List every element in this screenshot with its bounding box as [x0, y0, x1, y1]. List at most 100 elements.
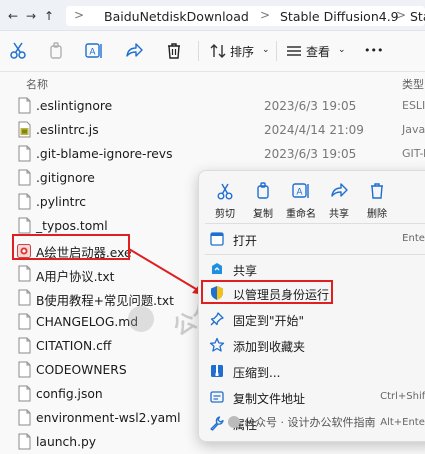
- file-icon: [18, 385, 31, 402]
- chevron-down-icon[interactable]: ⌄: [262, 45, 270, 55]
- file-name: config.json: [36, 387, 103, 401]
- trash-icon[interactable]: [164, 41, 184, 61]
- breadcrumb-baidunetdisk[interactable]: BaiduNetdiskDownload: [104, 9, 249, 24]
- breadcrumb-separator: >: [260, 8, 271, 22]
- menu-item-zip[interactable]: 压缩到...: [199, 359, 425, 383]
- back-icon[interactable]: ←: [4, 7, 22, 25]
- rename-icon[interactable]: A: [84, 41, 104, 61]
- menu-item-path[interactable]: 复制文件地址 Ctrl+Shift: [199, 385, 425, 409]
- chevron-down-icon[interactable]: ⌄: [338, 45, 346, 55]
- file-name: _typos.toml: [36, 219, 108, 233]
- zip-icon: [209, 363, 225, 379]
- file-row[interactable]: .eslintignore 2023/6/3 19:05 ESLIN: [0, 94, 425, 118]
- file-icon: [18, 97, 31, 114]
- sort-button[interactable]: 排序: [230, 43, 254, 60]
- quick-action-share[interactable]: 共享: [319, 181, 359, 220]
- up-icon[interactable]: ↑: [40, 7, 58, 25]
- watermark-caption-text: 公众号 · 设计办公软件指南: [244, 416, 376, 429]
- quick-action-label: 剪切: [215, 209, 235, 220]
- view-button[interactable]: 查看: [306, 43, 330, 60]
- quick-action-label: 删除: [367, 209, 387, 220]
- file-row[interactable]: .git-blame-ignore-revs 2023/6/3 19:05 GIT-…: [0, 142, 425, 166]
- copy-icon[interactable]: [46, 41, 66, 61]
- more-options-button[interactable]: •••: [364, 44, 383, 57]
- file-type: GIT-B: [402, 147, 425, 160]
- quick-action-scissors[interactable]: 剪切: [205, 181, 245, 220]
- svg-text:A: A: [296, 188, 303, 198]
- quick-action-copy[interactable]: 复制: [243, 181, 283, 220]
- file-icon: [18, 313, 31, 330]
- copy-icon: [253, 181, 273, 201]
- watermark-caption: 公众号 · 设计办公软件指南: [228, 414, 376, 430]
- toolbar-divider: [276, 41, 277, 61]
- file-icon: [18, 337, 31, 354]
- svg-text:A: A: [89, 48, 96, 58]
- sort-icon[interactable]: [208, 41, 228, 61]
- share-icon[interactable]: [124, 41, 144, 61]
- breadcrumb-truncated[interactable]: Sta: [410, 9, 425, 24]
- menu-item-label: 固定到"开始": [233, 314, 305, 328]
- file-name: A用户协议.txt: [36, 270, 115, 284]
- highlight-box-run-as-admin: [201, 280, 333, 304]
- file-icon: [18, 409, 31, 426]
- view-icon[interactable]: [284, 41, 304, 61]
- quick-action-label: 复制: [253, 209, 273, 220]
- file-name: CITATION.cff: [36, 339, 112, 353]
- js-file-icon: [18, 121, 31, 138]
- pin-icon: [209, 311, 225, 327]
- file-type: JavaS: [402, 123, 425, 136]
- path-icon: [209, 389, 225, 405]
- menu-item-label: 压缩到...: [233, 366, 281, 380]
- context-menu: 剪切复制A重命名共享删除 打开Enter共享以管理员身份运行固定到"开始"添加到…: [198, 170, 425, 442]
- menu-item-pin[interactable]: 固定到"开始": [199, 307, 425, 331]
- file-icon: [18, 361, 31, 378]
- menu-item-share-app[interactable]: 共享: [199, 257, 425, 281]
- trash-icon: [367, 181, 387, 201]
- menu-item-shortcut: Ctrl+Shift: [380, 391, 425, 402]
- quick-action-label: 重命名: [286, 209, 316, 220]
- breadcrumb-stable-diffusion[interactable]: Stable Diffusion4.9: [280, 9, 399, 24]
- quick-action-rename[interactable]: A 重命名: [281, 181, 321, 220]
- column-header-type[interactable]: 类型: [402, 76, 424, 92]
- file-icon: [18, 217, 31, 234]
- properties-icon: [209, 415, 225, 431]
- menu-divider: [205, 254, 425, 255]
- forward-icon[interactable]: →: [22, 7, 40, 25]
- quick-action-trash[interactable]: 删除: [357, 181, 397, 220]
- file-name: CHANGELOG.md: [36, 315, 139, 329]
- menu-item-shortcut: Alt+Enter: [380, 417, 425, 428]
- file-icon: [18, 145, 31, 162]
- file-name: .pylintrc: [36, 195, 86, 209]
- quick-action-label: 共享: [329, 209, 349, 220]
- highlight-box-exe: [12, 234, 130, 260]
- menu-item-open[interactable]: 打开 Enter: [199, 227, 425, 251]
- file-name: .eslintignore: [36, 99, 113, 113]
- breadcrumb-separator: >: [396, 8, 407, 22]
- menu-item-star[interactable]: 添加到收藏夹: [199, 333, 425, 357]
- file-name: .git-blame-ignore-revs: [36, 147, 173, 161]
- file-date: 2023/6/3 19:05: [264, 147, 357, 161]
- menu-item-label: 打开: [233, 234, 258, 248]
- file-name: CODEOWNERS: [36, 363, 127, 377]
- file-name: launch.py: [36, 435, 97, 449]
- file-row[interactable]: .eslintrc.js 2024/4/14 21:09 JavaS: [0, 118, 425, 142]
- file-date: 2023/6/3 19:05: [264, 99, 357, 113]
- rename-icon: A: [291, 181, 311, 201]
- column-header-name[interactable]: 名称: [26, 76, 48, 92]
- file-icon: [18, 265, 31, 282]
- breadcrumb-separator: >: [74, 8, 85, 22]
- file-name: .eslintrc.js: [36, 123, 99, 137]
- open-icon: [209, 231, 225, 247]
- star-icon: [209, 337, 225, 353]
- file-icon: [18, 433, 31, 450]
- wechat-icon: [228, 416, 240, 428]
- watermark-logo: [128, 306, 154, 332]
- command-bar: A 排序 ⌄ 查看 ⌄ •••: [0, 31, 425, 72]
- cut-icon[interactable]: [8, 41, 28, 61]
- file-icon: [18, 169, 31, 186]
- file-name: .gitignore: [36, 171, 95, 185]
- file-name: environment-wsl2.yaml: [36, 411, 181, 425]
- file-icon: [18, 289, 31, 306]
- file-date: 2024/4/14 21:09: [264, 123, 364, 137]
- file-icon: [18, 193, 31, 210]
